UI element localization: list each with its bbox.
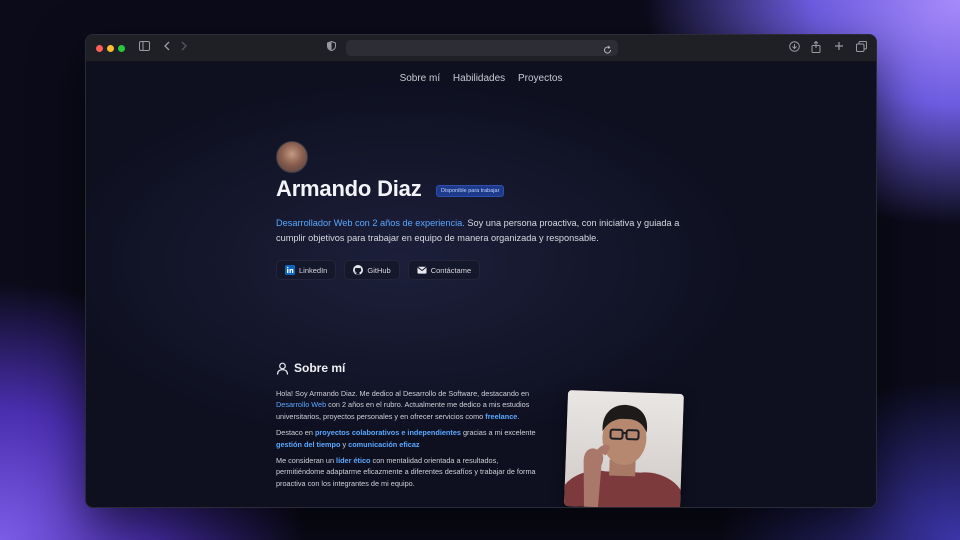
avatar (276, 141, 308, 173)
zoom-window-button[interactable] (118, 45, 125, 52)
highlight-span: gestión del tiempo (276, 439, 341, 449)
social-links: LinkedIn GitHub Contáctame (276, 260, 481, 280)
contact-button[interactable]: Contáctame (407, 260, 481, 280)
back-icon[interactable] (162, 41, 172, 55)
availability-badge: Disponible para trabajar (436, 185, 505, 197)
intro-highlight: Desarrollador Web con 2 años de experien… (276, 218, 465, 228)
about-paragraph-3: Me consideran un líder ético con mentali… (276, 455, 544, 489)
text-span: Destaco en (276, 428, 315, 438)
about-paragraph-2: Destaco en proyectos colaborativos e ind… (276, 427, 544, 450)
browser-window: Sobre mí Habilidades Proyectos Armando D… (85, 34, 877, 508)
highlight-span: freelance (485, 411, 518, 421)
hero-name: Armando Diaz (276, 176, 422, 201)
contact-label: Contáctame (430, 265, 472, 275)
share-icon[interactable] (810, 40, 822, 55)
text-span: gracias a mi excelente (460, 428, 536, 438)
nav-item-habilidades[interactable]: Habilidades (453, 73, 505, 84)
linkedin-button[interactable]: LinkedIn (276, 260, 337, 280)
browser-toolbar (86, 35, 876, 62)
github-button[interactable]: GitHub (344, 260, 400, 280)
nav-item-proyectos[interactable]: Proyectos (518, 73, 562, 84)
new-tab-icon[interactable] (833, 41, 845, 55)
about-title-label: Sobre mí (294, 361, 346, 375)
close-window-button[interactable] (96, 45, 103, 52)
tab-overview-icon[interactable] (855, 41, 867, 55)
profile-photo (564, 390, 684, 507)
linkedin-icon (285, 265, 295, 275)
hero-intro: Desarrollador Web con 2 años de experien… (276, 216, 686, 246)
highlight-span: líder ético (336, 456, 371, 466)
minimize-window-button[interactable] (107, 45, 114, 52)
nav-item-sobre-mi[interactable]: Sobre mí (400, 73, 441, 84)
about-paragraph-1: Hola! Soy Armando Diaz. Me dedico al Des… (276, 388, 544, 422)
github-label: GitHub (367, 265, 391, 275)
github-icon (353, 265, 364, 275)
sidebar-icon[interactable] (138, 41, 150, 55)
mail-icon (417, 266, 427, 274)
highlight-span: comunicación eficaz (348, 439, 420, 449)
text-span: . (517, 411, 520, 421)
text-span: Hola! Soy Armando Diaz. Me dedico al Des… (276, 389, 530, 398)
highlight-span: proyectos colaborativos e independientes (314, 428, 461, 438)
highlight-span: Desarrollo Web (276, 400, 327, 410)
reload-icon[interactable] (603, 42, 612, 60)
about-text: Hola! Soy Armando Diaz. Me dedico al Des… (276, 388, 544, 494)
text-span: Me consideran un (276, 456, 337, 466)
user-icon (276, 362, 289, 375)
address-bar[interactable] (346, 40, 618, 56)
section-title-about: Sobre mí (276, 361, 345, 375)
site-nav: Sobre mí Habilidades Proyectos (86, 73, 876, 84)
linkedin-label: LinkedIn (299, 265, 328, 275)
download-icon[interactable] (788, 41, 800, 55)
web-page: Sobre mí Habilidades Proyectos Armando D… (86, 62, 876, 507)
shield-icon[interactable] (326, 40, 336, 55)
forward-icon[interactable] (179, 41, 189, 55)
